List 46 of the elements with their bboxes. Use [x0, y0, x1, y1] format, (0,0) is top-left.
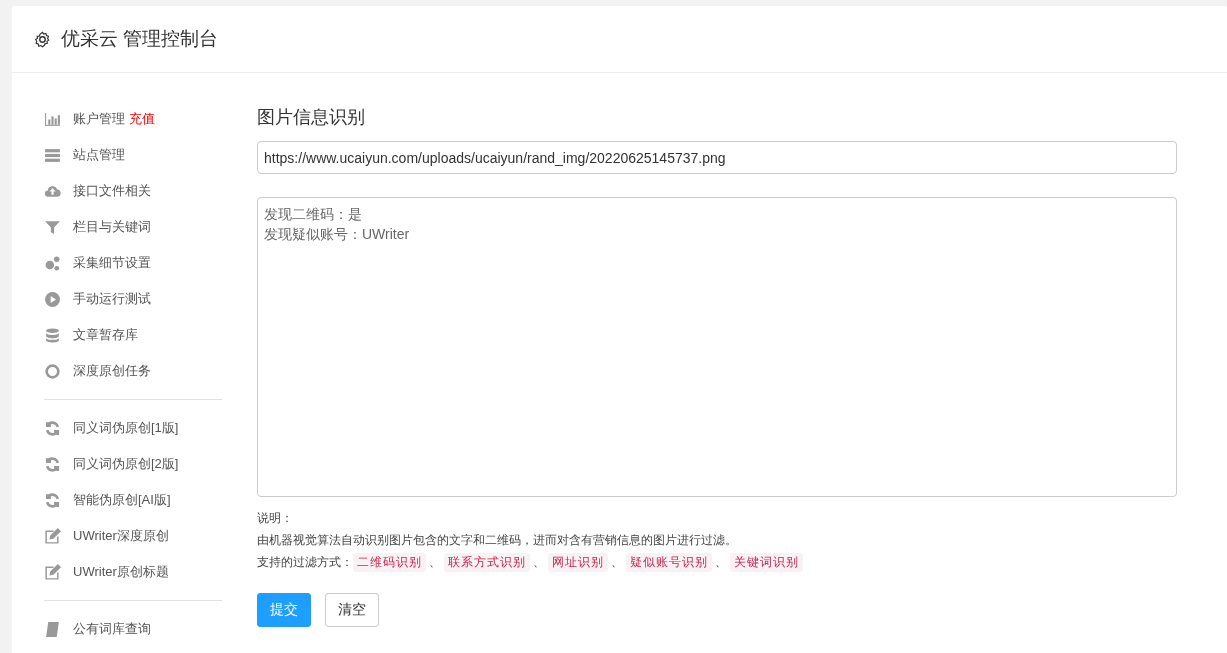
- section-title: 图片信息识别: [257, 106, 366, 129]
- filter-tag: 联系方式识别: [444, 552, 530, 572]
- sidebar-item[interactable]: UWriter原创标题: [73, 563, 169, 581]
- separator: 、: [715, 553, 727, 571]
- recharge-link[interactable]: 充值: [129, 110, 155, 128]
- sidebar-item[interactable]: 站点管理: [73, 146, 125, 164]
- clear-button[interactable]: 清空: [325, 593, 379, 627]
- sidebar-item[interactable]: 手动运行测试: [73, 290, 151, 308]
- refresh-icon: [44, 491, 61, 509]
- result-line: 发现二维码：是: [264, 205, 363, 224]
- separator: 、: [533, 553, 545, 571]
- filter-tag: 网址识别: [548, 552, 608, 572]
- sidebar-item[interactable]: 同义词伪原创[2版]: [73, 455, 179, 473]
- filter-icon: [44, 218, 61, 236]
- filters-label: 支持的过滤方式：: [257, 554, 353, 571]
- refresh-icon: [44, 455, 61, 473]
- sidebar-item[interactable]: 深度原创任务: [73, 362, 151, 380]
- url-field[interactable]: https://www.ucaiyun.com/uploads/ucaiyun/rand_img/20220625145737.png: [257, 141, 1177, 174]
- sidebar-item[interactable]: 公有词库查询: [73, 620, 151, 638]
- sidebar-item[interactable]: 采集细节设置: [73, 254, 151, 272]
- sidebar-item[interactable]: 智能伪原创[AI版]: [73, 491, 171, 509]
- separator: 、: [611, 553, 623, 571]
- filter-tag: 疑似账号识别: [626, 552, 712, 572]
- note-text: 由机器视觉算法自动识别图片包含的文字和二维码，进而对含有营销信息的图片进行过滤。: [257, 532, 738, 549]
- sidebar-item[interactable]: 接口文件相关: [73, 182, 151, 200]
- edit-icon: [44, 563, 61, 581]
- filter-tag: 关键词识别: [730, 552, 803, 572]
- refresh-icon: [44, 419, 61, 437]
- server-icon: [44, 146, 61, 164]
- filter-tag: 二维码识别: [353, 552, 426, 572]
- play-icon: [44, 290, 61, 308]
- book-icon: [44, 620, 61, 638]
- edit-icon: [44, 527, 61, 545]
- result-textarea[interactable]: 发现二维码：是 发现疑似账号：UWriter: [257, 197, 1177, 497]
- settings-icon: [34, 30, 51, 48]
- separator: 、: [429, 553, 441, 571]
- database-icon: [44, 326, 61, 344]
- sidebar-item[interactable]: 同义词伪原创[1版]: [73, 419, 179, 437]
- sidebar-item[interactable]: 栏目与关键词: [73, 218, 151, 236]
- result-line: 发现疑似账号：UWriter: [264, 225, 411, 244]
- bar-chart-icon: [44, 110, 61, 128]
- sidebar-item[interactable]: 账户管理: [73, 110, 125, 128]
- sidebar-item[interactable]: 文章暂存库: [73, 326, 138, 344]
- console-title: 优采云 管理控制台: [61, 27, 219, 51]
- note-label: 说明：: [257, 510, 294, 527]
- sidebar-item[interactable]: UWriter深度原创: [73, 527, 169, 545]
